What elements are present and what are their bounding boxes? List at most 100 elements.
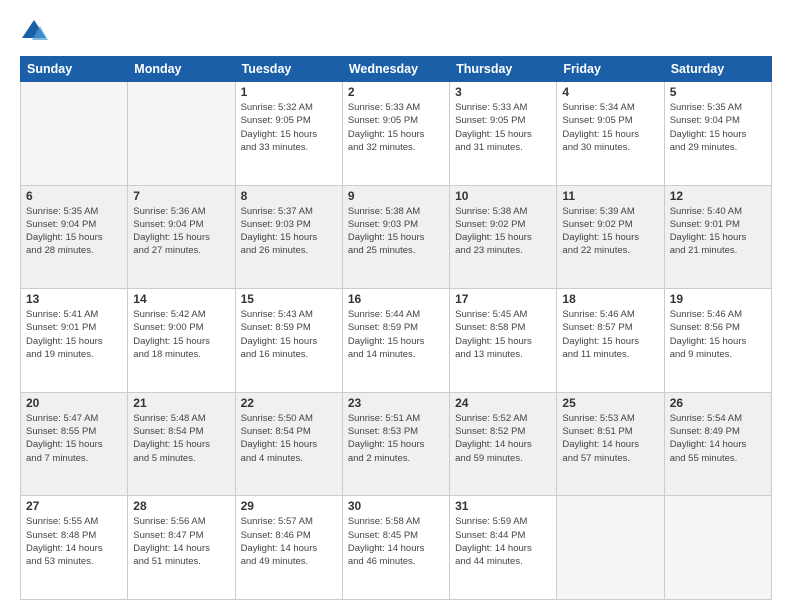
calendar-week-row: 27Sunrise: 5:55 AM Sunset: 8:48 PM Dayli…	[21, 496, 772, 600]
day-number: 2	[348, 85, 444, 99]
calendar-day-cell: 19 Sunrise: 5:46 AM Sunset: 8:56 PM Dayli…	[664, 289, 771, 393]
day-info: Sunrise: 5:52 AM Sunset: 8:52 PM Dayligh…	[455, 412, 551, 465]
calendar-day-cell: 8 Sunrise: 5:37 AM Sunset: 9:03 PM Daylig…	[235, 185, 342, 289]
calendar-day-cell: 22 Sunrise: 5:50 AM Sunset: 8:54 PM Dayli…	[235, 392, 342, 496]
calendar-day-cell: 31 Sunrise: 5:59 AM Sunset: 8:44 PM Dayli…	[450, 496, 557, 600]
header	[20, 18, 772, 46]
calendar-day-header: Monday	[128, 57, 235, 82]
day-number: 6	[26, 189, 122, 203]
day-info: Sunrise: 5:43 AM Sunset: 8:59 PM Dayligh…	[241, 308, 337, 361]
calendar-day-cell: 13Sunrise: 5:41 AM Sunset: 9:01 PM Dayli…	[21, 289, 128, 393]
day-info: Sunrise: 5:44 AM Sunset: 8:59 PM Dayligh…	[348, 308, 444, 361]
day-info: Sunrise: 5:53 AM Sunset: 8:51 PM Dayligh…	[562, 412, 658, 465]
calendar-day-cell: 29 Sunrise: 5:57 AM Sunset: 8:46 PM Dayli…	[235, 496, 342, 600]
day-number: 5	[670, 85, 766, 99]
calendar-day-cell	[557, 496, 664, 600]
calendar-week-row: 13Sunrise: 5:41 AM Sunset: 9:01 PM Dayli…	[21, 289, 772, 393]
calendar-week-row: 1Sunrise: 5:32 AM Sunset: 9:05 PM Daylig…	[21, 82, 772, 186]
calendar-day-cell: 24Sunrise: 5:52 AM Sunset: 8:52 PM Dayli…	[450, 392, 557, 496]
day-number: 17	[455, 292, 551, 306]
calendar-day-header: Saturday	[664, 57, 771, 82]
calendar-day-header: Sunday	[21, 57, 128, 82]
calendar-week-row: 20 Sunrise: 5:47 AM Sunset: 8:55 PM Dayli…	[21, 392, 772, 496]
day-info: Sunrise: 5:46 AM Sunset: 8:57 PM Dayligh…	[562, 308, 658, 361]
calendar-day-cell: 16Sunrise: 5:44 AM Sunset: 8:59 PM Dayli…	[342, 289, 449, 393]
day-number: 3	[455, 85, 551, 99]
day-number: 19	[670, 292, 766, 306]
calendar-day-cell: 26Sunrise: 5:54 AM Sunset: 8:49 PM Dayli…	[664, 392, 771, 496]
day-number: 4	[562, 85, 658, 99]
day-info: Sunrise: 5:55 AM Sunset: 8:48 PM Dayligh…	[26, 515, 122, 568]
logo-icon	[20, 18, 48, 46]
day-number: 29	[241, 499, 337, 513]
calendar-day-header: Tuesday	[235, 57, 342, 82]
calendar-header-row: SundayMondayTuesdayWednesdayThursdayFrid…	[21, 57, 772, 82]
day-number: 21	[133, 396, 229, 410]
day-number: 31	[455, 499, 551, 513]
day-info: Sunrise: 5:51 AM Sunset: 8:53 PM Dayligh…	[348, 412, 444, 465]
calendar-day-cell: 2 Sunrise: 5:33 AM Sunset: 9:05 PM Daylig…	[342, 82, 449, 186]
day-info: Sunrise: 5:58 AM Sunset: 8:45 PM Dayligh…	[348, 515, 444, 568]
day-info: Sunrise: 5:35 AM Sunset: 9:04 PM Dayligh…	[670, 101, 766, 154]
day-info: Sunrise: 5:37 AM Sunset: 9:03 PM Dayligh…	[241, 205, 337, 258]
day-info: Sunrise: 5:36 AM Sunset: 9:04 PM Dayligh…	[133, 205, 229, 258]
day-number: 30	[348, 499, 444, 513]
calendar-week-row: 6 Sunrise: 5:35 AM Sunset: 9:04 PM Daylig…	[21, 185, 772, 289]
day-info: Sunrise: 5:50 AM Sunset: 8:54 PM Dayligh…	[241, 412, 337, 465]
day-info: Sunrise: 5:47 AM Sunset: 8:55 PM Dayligh…	[26, 412, 122, 465]
day-number: 8	[241, 189, 337, 203]
calendar-day-cell: 28 Sunrise: 5:56 AM Sunset: 8:47 PM Dayli…	[128, 496, 235, 600]
calendar-day-cell	[21, 82, 128, 186]
calendar-day-cell: 10 Sunrise: 5:38 AM Sunset: 9:02 PM Dayli…	[450, 185, 557, 289]
day-info: Sunrise: 5:39 AM Sunset: 9:02 PM Dayligh…	[562, 205, 658, 258]
day-number: 28	[133, 499, 229, 513]
day-number: 18	[562, 292, 658, 306]
day-number: 22	[241, 396, 337, 410]
calendar-day-cell: 20 Sunrise: 5:47 AM Sunset: 8:55 PM Dayli…	[21, 392, 128, 496]
day-number: 15	[241, 292, 337, 306]
day-info: Sunrise: 5:34 AM Sunset: 9:05 PM Dayligh…	[562, 101, 658, 154]
day-info: Sunrise: 5:35 AM Sunset: 9:04 PM Dayligh…	[26, 205, 122, 258]
calendar-day-cell: 11Sunrise: 5:39 AM Sunset: 9:02 PM Dayli…	[557, 185, 664, 289]
day-info: Sunrise: 5:40 AM Sunset: 9:01 PM Dayligh…	[670, 205, 766, 258]
calendar-day-cell: 15 Sunrise: 5:43 AM Sunset: 8:59 PM Dayli…	[235, 289, 342, 393]
day-info: Sunrise: 5:48 AM Sunset: 8:54 PM Dayligh…	[133, 412, 229, 465]
calendar-day-header: Thursday	[450, 57, 557, 82]
calendar-day-cell	[664, 496, 771, 600]
day-info: Sunrise: 5:46 AM Sunset: 8:56 PM Dayligh…	[670, 308, 766, 361]
day-number: 7	[133, 189, 229, 203]
day-info: Sunrise: 5:38 AM Sunset: 9:02 PM Dayligh…	[455, 205, 551, 258]
day-number: 20	[26, 396, 122, 410]
calendar-day-cell: 17 Sunrise: 5:45 AM Sunset: 8:58 PM Dayli…	[450, 289, 557, 393]
calendar-day-header: Friday	[557, 57, 664, 82]
day-info: Sunrise: 5:45 AM Sunset: 8:58 PM Dayligh…	[455, 308, 551, 361]
calendar-day-cell: 25 Sunrise: 5:53 AM Sunset: 8:51 PM Dayli…	[557, 392, 664, 496]
day-number: 1	[241, 85, 337, 99]
day-number: 9	[348, 189, 444, 203]
day-info: Sunrise: 5:38 AM Sunset: 9:03 PM Dayligh…	[348, 205, 444, 258]
day-info: Sunrise: 5:59 AM Sunset: 8:44 PM Dayligh…	[455, 515, 551, 568]
calendar-day-cell: 6 Sunrise: 5:35 AM Sunset: 9:04 PM Daylig…	[21, 185, 128, 289]
calendar-day-cell: 12 Sunrise: 5:40 AM Sunset: 9:01 PM Dayli…	[664, 185, 771, 289]
day-info: Sunrise: 5:33 AM Sunset: 9:05 PM Dayligh…	[348, 101, 444, 154]
calendar-day-cell: 4 Sunrise: 5:34 AM Sunset: 9:05 PM Daylig…	[557, 82, 664, 186]
calendar-day-cell: 5 Sunrise: 5:35 AM Sunset: 9:04 PM Daylig…	[664, 82, 771, 186]
day-info: Sunrise: 5:56 AM Sunset: 8:47 PM Dayligh…	[133, 515, 229, 568]
day-number: 10	[455, 189, 551, 203]
day-number: 13	[26, 292, 122, 306]
calendar-day-cell: 23 Sunrise: 5:51 AM Sunset: 8:53 PM Dayli…	[342, 392, 449, 496]
day-number: 23	[348, 396, 444, 410]
day-info: Sunrise: 5:54 AM Sunset: 8:49 PM Dayligh…	[670, 412, 766, 465]
calendar-day-cell: 14Sunrise: 5:42 AM Sunset: 9:00 PM Dayli…	[128, 289, 235, 393]
calendar-day-cell	[128, 82, 235, 186]
day-number: 12	[670, 189, 766, 203]
logo	[20, 18, 50, 46]
calendar-day-header: Wednesday	[342, 57, 449, 82]
day-number: 25	[562, 396, 658, 410]
page: SundayMondayTuesdayWednesdayThursdayFrid…	[0, 0, 792, 612]
day-info: Sunrise: 5:57 AM Sunset: 8:46 PM Dayligh…	[241, 515, 337, 568]
calendar-table: SundayMondayTuesdayWednesdayThursdayFrid…	[20, 56, 772, 600]
calendar-day-cell: 30 Sunrise: 5:58 AM Sunset: 8:45 PM Dayli…	[342, 496, 449, 600]
calendar-day-cell: 1Sunrise: 5:32 AM Sunset: 9:05 PM Daylig…	[235, 82, 342, 186]
calendar-day-cell: 27Sunrise: 5:55 AM Sunset: 8:48 PM Dayli…	[21, 496, 128, 600]
